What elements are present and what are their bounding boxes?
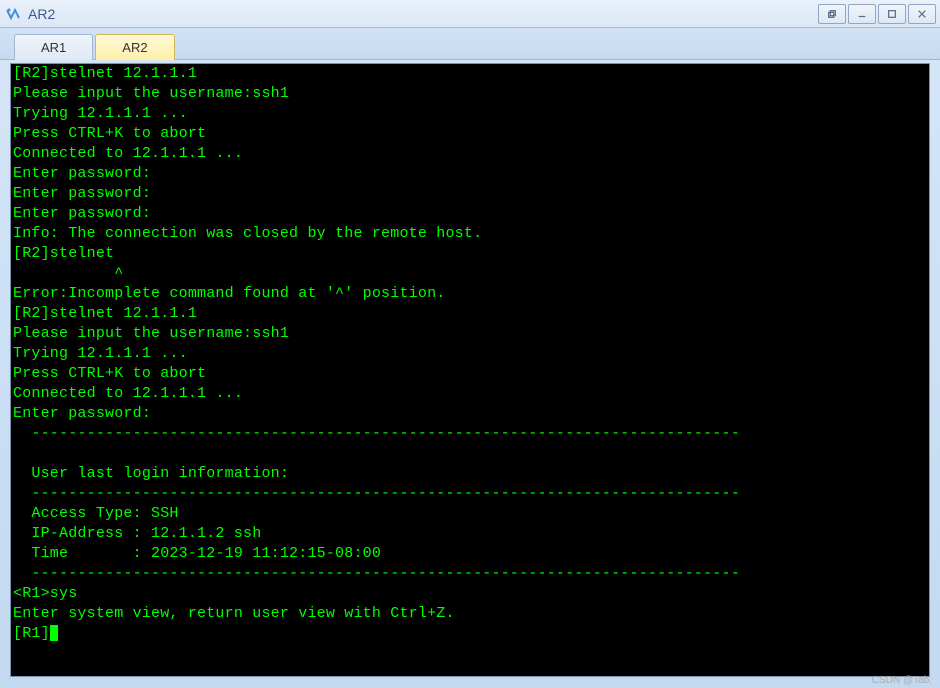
title-bar: AR2: [0, 0, 940, 28]
watermark: CSDN @Tab.: [872, 675, 932, 686]
window-title: AR2: [28, 6, 818, 22]
tabs-bar: AR1 AR2: [0, 28, 940, 60]
close-button[interactable]: [908, 4, 936, 24]
tab-ar2[interactable]: AR2: [95, 34, 174, 60]
window-controls: [818, 4, 936, 24]
minimize-button[interactable]: [848, 4, 876, 24]
tab-ar1[interactable]: AR1: [14, 34, 93, 60]
maximize-button[interactable]: [878, 4, 906, 24]
terminal-wrapper: [R2]stelnet 12.1.1.1 Please input the us…: [10, 63, 930, 677]
terminal[interactable]: [R2]stelnet 12.1.1.1 Please input the us…: [11, 64, 929, 644]
restore-window-button[interactable]: [818, 4, 846, 24]
app-icon: [4, 5, 22, 23]
